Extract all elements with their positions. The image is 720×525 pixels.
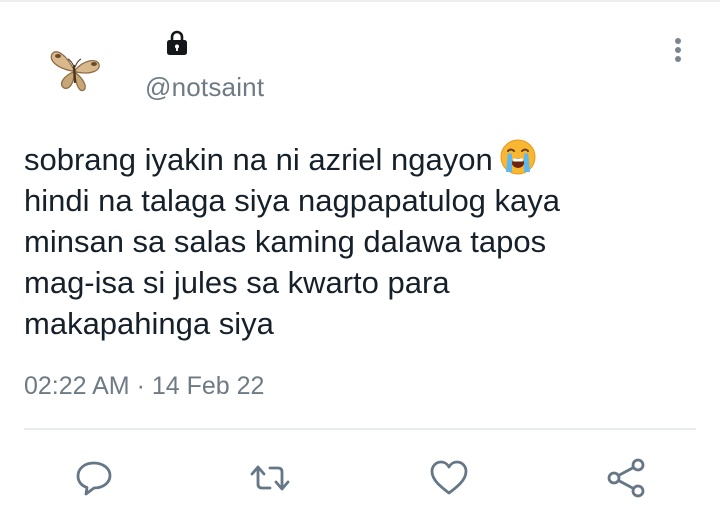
top-divider bbox=[0, 0, 720, 2]
tweet-text-line: makapahinga siya bbox=[24, 306, 274, 341]
tweet-text: sobrang iyakin na ni azriel ngayon hindi… bbox=[24, 138, 694, 344]
loudly-crying-face-icon bbox=[499, 138, 537, 176]
actions-divider bbox=[24, 428, 696, 430]
lock-icon bbox=[163, 30, 191, 56]
tweet-text-line: hindi na talaga siya nagpapatulog kaya bbox=[24, 183, 561, 218]
like-button[interactable] bbox=[427, 456, 471, 500]
tweet-text-line: minsan sa salas kaming dalawa tapos bbox=[24, 224, 547, 259]
meta-separator: · bbox=[136, 372, 145, 400]
retweet-button[interactable] bbox=[248, 456, 292, 500]
tweet-timestamp[interactable]: 02:22 AM · 14 Feb 22 bbox=[24, 372, 264, 401]
share-icon bbox=[607, 458, 645, 498]
butterfly-avatar-icon bbox=[50, 51, 100, 92]
like-icon bbox=[430, 460, 468, 495]
reply-icon bbox=[76, 461, 112, 496]
tweet-text-line: sobrang iyakin na ni azriel ngayon bbox=[24, 138, 694, 180]
retweet-icon bbox=[250, 465, 290, 491]
more-vertical-icon[interactable] bbox=[668, 36, 688, 66]
share-button[interactable] bbox=[604, 456, 648, 500]
reply-button[interactable] bbox=[72, 456, 116, 500]
tweet-detail: @notsaint sobrang iyakin na ni azriel ng… bbox=[0, 0, 720, 525]
tweet-time: 02:22 AM bbox=[24, 372, 130, 400]
avatar[interactable] bbox=[44, 40, 106, 96]
tweet-text-line: mag-isa si jules sa kwarto para bbox=[24, 265, 450, 300]
tweet-date: 14 Feb 22 bbox=[151, 372, 265, 400]
user-handle[interactable]: @notsaint bbox=[145, 72, 264, 103]
